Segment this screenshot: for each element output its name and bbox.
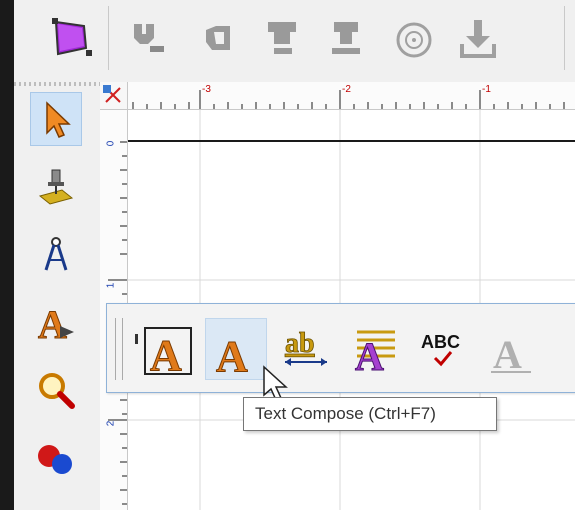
toolbar-separator: [108, 6, 109, 70]
svg-text:ABC: ABC: [421, 332, 460, 352]
text-frame-icon: A: [144, 327, 192, 381]
text-style-icon: A: [491, 332, 531, 377]
node-tool-2-icon[interactable]: [190, 10, 246, 66]
text-tool-icon: A: [38, 302, 74, 348]
target-icon[interactable]: [386, 10, 442, 66]
page-setup-icon[interactable]: [44, 10, 100, 66]
spell-check-icon: ABC: [421, 332, 460, 367]
text-tool-button[interactable]: A: [30, 296, 82, 350]
svg-text:A: A: [355, 334, 384, 379]
download-icon[interactable]: [450, 10, 506, 66]
compass-tool-button[interactable]: [30, 228, 82, 282]
ruler-ticks: [132, 90, 565, 109]
color-tool-button[interactable]: [30, 432, 82, 486]
text-paragraph-button[interactable]: A: [343, 318, 405, 380]
toolbar-grip: [14, 82, 100, 86]
zoom-tool-button[interactable]: [30, 364, 82, 418]
window-frame-edge: [0, 0, 14, 510]
text-toolbar: A A ab A ABC A: [106, 303, 575, 393]
svg-text:ab: ab: [285, 328, 315, 359]
compass-icon: [44, 237, 68, 271]
engrave-tool-icon: [38, 169, 74, 205]
node-tool-1-icon[interactable]: [120, 10, 176, 66]
node-tool-4-icon[interactable]: [318, 10, 374, 66]
ruler-label: -1: [482, 84, 491, 95]
spell-check-button[interactable]: ABC: [413, 318, 475, 380]
toolbar-grip[interactable]: [115, 318, 123, 380]
toolbar-separator: [564, 6, 565, 70]
ruler-label: 1: [105, 282, 117, 289]
svg-text:A: A: [216, 332, 248, 381]
text-paragraph-icon: A: [355, 330, 395, 380]
ruler-corner[interactable]: [100, 82, 128, 110]
ruler-label: 0: [105, 140, 117, 147]
svg-text:A: A: [38, 302, 67, 347]
top-toolbar: [14, 0, 575, 83]
toolbar-marker: [135, 334, 138, 344]
ruler-label: -2: [342, 84, 351, 95]
text-compose-icon: A: [216, 332, 249, 382]
text-frame-button[interactable]: A: [139, 318, 201, 381]
ruler-label: 2: [105, 420, 117, 427]
select-tool-button[interactable]: [30, 92, 82, 146]
select-arrow-icon: [46, 101, 71, 138]
text-style-button[interactable]: A: [481, 318, 543, 380]
engrave-tool-button[interactable]: [30, 160, 82, 214]
svg-text:A: A: [493, 332, 522, 377]
svg-text:A: A: [150, 331, 182, 380]
zoom-icon: [39, 373, 75, 409]
text-compose-button[interactable]: A: [205, 318, 267, 382]
horizontal-ruler: -3 -2 -1: [128, 82, 575, 110]
ruler-label: -3: [202, 84, 211, 95]
tools-toolbar: A: [14, 82, 100, 510]
color-balls-icon: [38, 445, 72, 474]
tooltip: Text Compose (Ctrl+F7): [243, 397, 497, 431]
node-tool-3-icon[interactable]: [254, 10, 310, 66]
